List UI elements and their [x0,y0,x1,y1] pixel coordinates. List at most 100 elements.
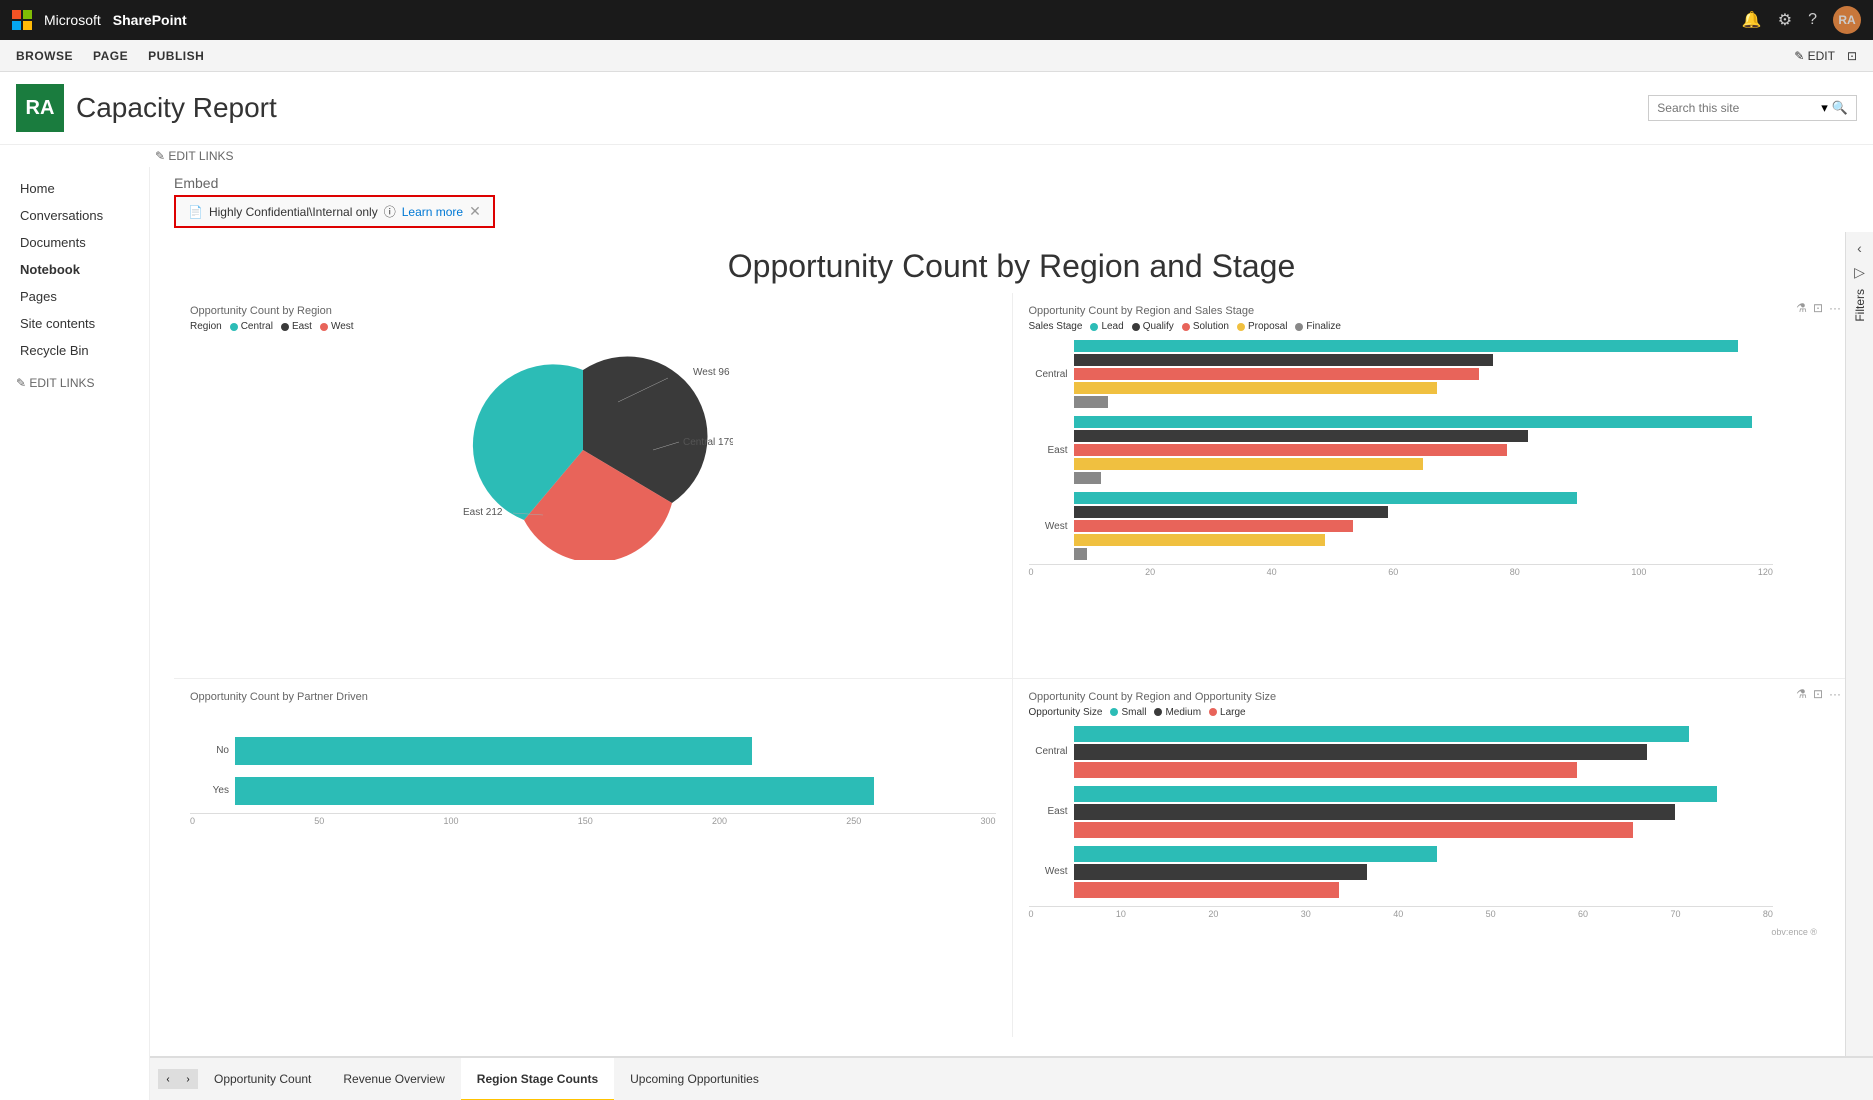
more-action-icon[interactable]: ··· [1829,301,1841,315]
central-large-bar [1074,762,1578,778]
edit-button[interactable]: ✎ EDIT [1794,49,1835,63]
stage-axis: 020406080100120 [1029,564,1774,577]
document-icon: 📄 [188,205,203,219]
size-west-track [1074,846,1774,898]
bar-stage-chart: Central East [1029,340,1834,577]
nav-browse[interactable]: BROWSE [16,49,73,63]
central-small-bar [1074,726,1690,742]
west-large-bar [1074,882,1340,898]
finalize-label: Finalize [1306,321,1340,332]
more-size-icon[interactable]: ··· [1829,687,1841,701]
nav-pages[interactable]: Pages [16,283,133,310]
stage-legend-label: Sales Stage [1029,321,1083,332]
pie-legend-label: Region [190,321,222,332]
size-bar-row-west: West [1029,846,1774,898]
no-bar [235,737,752,765]
tab-prev-button[interactable]: ‹ [158,1069,178,1089]
charts-grid: Opportunity Count by Region Region Centr… [150,293,1873,1037]
nav-notebook[interactable]: Notebook [16,256,133,283]
tab-opportunity-count[interactable]: Opportunity Count [198,1058,327,1100]
nav-edit-links[interactable]: ✎ EDIT LINKS [16,376,133,390]
edit-links-bar: ✎ EDIT LINKS [0,145,1873,167]
bar-row-east: East [1029,416,1774,484]
embed-label: Embed [174,175,1849,191]
medium-label: Medium [1165,707,1201,718]
help-icon[interactable]: ? [1808,11,1817,29]
report-container: Opportunity Count by Region and Stage Op… [150,232,1873,1056]
tab-region-stage-counts[interactable]: Region Stage Counts [461,1058,614,1100]
yes-bar-label: Yes [190,785,235,796]
bar-partner-title: Opportunity Count by Partner Driven [190,691,996,703]
focus-button[interactable]: ⊡ [1847,49,1857,63]
site-header: RA Capacity Report ▾ 🔍 [0,72,1873,145]
embed-section: Embed 📄 Highly Confidential\Internal onl… [150,167,1873,232]
expand-size-icon[interactable]: ⊡ [1813,687,1823,701]
nav-site-contents[interactable]: Site contents [16,310,133,337]
east-solution-bar [1074,444,1508,456]
filter-size-icon[interactable]: ⚗ [1796,687,1807,701]
nav-recycle-bin[interactable]: Recycle Bin [16,337,133,364]
bottom-tabs: ‹ › Opportunity Count Revenue Overview R… [150,1056,1873,1100]
small-label: Small [1121,707,1146,718]
west-bar-label: West [1029,521,1074,532]
east-dot [281,323,289,331]
confidential-bar: 📄 Highly Confidential\Internal only ⓘ Le… [174,195,495,228]
size-central-track [1074,726,1774,778]
partner-axis: 050100150200250300 [190,813,996,826]
east-finalize-bar [1074,472,1102,484]
central-proposal-bar [1074,382,1438,394]
bar-stage-legend: Sales Stage Lead Qualify Solution Propos… [1029,321,1834,332]
central-finalize-bar [1074,396,1109,408]
central-qualify-bar [1074,354,1494,366]
main-layout: Home Conversations Documents Notebook Pa… [0,167,1873,1100]
west-medium-bar [1074,864,1368,880]
search-box[interactable]: ▾ 🔍 [1648,95,1857,121]
nav-page[interactable]: PAGE [93,49,128,63]
user-avatar[interactable]: RA [1833,6,1861,34]
nav-documents[interactable]: Documents [16,229,133,256]
size-bar-row-east: East [1029,786,1774,838]
size-axis: 01020304050607080 [1029,906,1774,919]
bar-partner-panel: Opportunity Count by Partner Driven No Y… [174,678,1012,1038]
tab-next-button[interactable]: › [178,1069,198,1089]
size-central-label: Central [1029,746,1074,757]
expand-action-icon[interactable]: ⊡ [1813,301,1823,315]
bar-size-actions: ⚗ ⊡ ··· [1796,687,1841,701]
bar-size-chart: Central East [1029,726,1834,919]
central-bar-label: Central [1029,369,1074,380]
large-label: Large [1220,707,1246,718]
learn-more-link[interactable]: Learn more [402,205,463,219]
search-input[interactable] [1657,101,1817,115]
solution-label: Solution [1193,321,1229,332]
gear-icon[interactable]: ⚙ [1778,10,1792,30]
search-submit-icon[interactable]: 🔍 [1832,100,1848,116]
tab-upcoming-opportunities[interactable]: Upcoming Opportunities [614,1058,775,1100]
proposal-label: Proposal [1248,321,1287,332]
pie-chart-title: Opportunity Count by Region [190,305,996,317]
bell-icon[interactable]: 🔔 [1742,10,1762,30]
nav-home[interactable]: Home [16,175,133,202]
report-title: Opportunity Count by Region and Stage [150,232,1873,293]
west-dot [320,323,328,331]
edit-links-button[interactable]: ✎ EDIT LINKS [155,149,234,163]
search-dropdown-icon[interactable]: ▾ [1821,100,1828,116]
brand-label: Microsoft [44,12,101,28]
filter-triangle-icon[interactable]: ▷ [1854,264,1865,281]
filters-label[interactable]: Filters [1853,289,1867,322]
filter-action-icon[interactable]: ⚗ [1796,301,1807,315]
pie-chart-panel: Opportunity Count by Region Region Centr… [174,293,1012,678]
bar-size-legend: Opportunity Size Small Medium Large [1029,707,1834,718]
close-icon[interactable]: ✕ [469,203,481,220]
yes-bar-track [235,777,996,805]
east-pie-label: East 212 [463,507,503,518]
nav-conversations[interactable]: Conversations [16,202,133,229]
filter-collapse-icon[interactable]: ‹ [1857,240,1862,256]
yes-bar [235,777,874,805]
nav-publish[interactable]: PUBLISH [148,49,204,63]
top-bar: Microsoft SharePoint 🔔 ⚙ ? RA [0,0,1873,40]
bar-stage-actions: ⚗ ⊡ ··· [1796,301,1841,315]
bar-size-title: Opportunity Count by Region and Opportun… [1029,691,1834,703]
central-solution-bar [1074,368,1480,380]
tab-revenue-overview[interactable]: Revenue Overview [327,1058,460,1100]
pie-chart-svg: West 96 Central 179 East 212 [453,340,733,560]
